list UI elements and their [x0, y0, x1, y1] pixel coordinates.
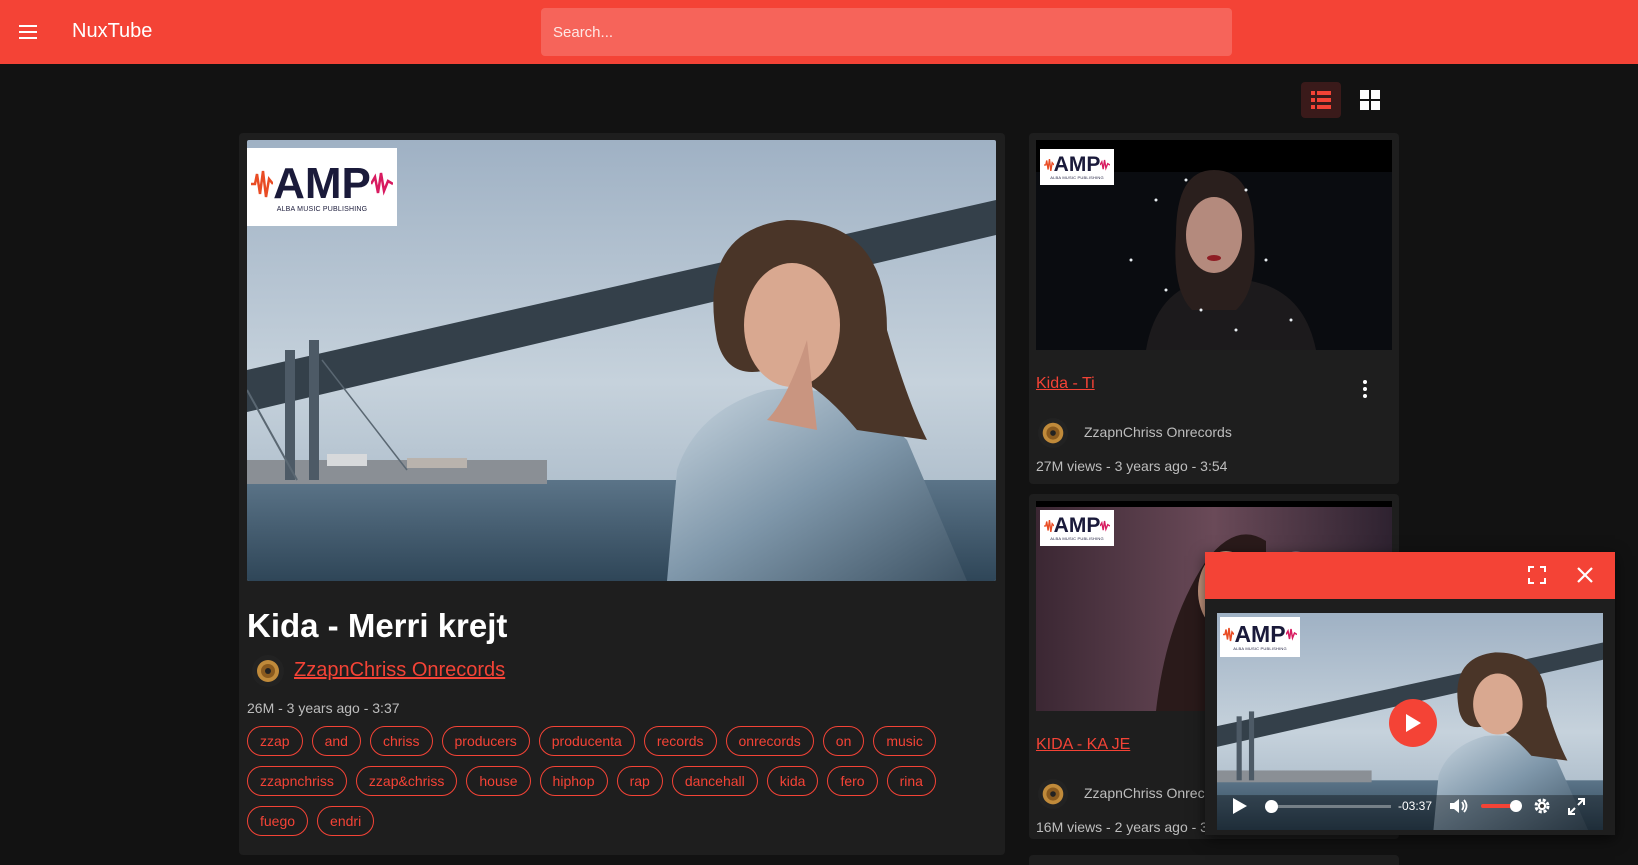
tag-chip[interactable]: zzap [247, 726, 303, 756]
tag-list: zzap and chriss producers producenta rec… [247, 726, 947, 836]
channel-avatar[interactable] [1038, 418, 1068, 448]
tag-chip[interactable]: producers [441, 726, 530, 756]
grid-view-button[interactable] [1350, 82, 1390, 118]
channel-watermark-logo: AMP ALBA MUSIC PUBLISHING [247, 148, 397, 226]
related-video-title[interactable]: Kida - Ti [1036, 375, 1095, 393]
more-vert-icon[interactable] [1359, 377, 1371, 401]
view-grid-icon [1360, 90, 1380, 110]
tag-chip[interactable]: zzapnchriss [247, 766, 347, 796]
channel-link[interactable]: ZzapnChriss Onrecords [294, 659, 505, 682]
tag-chip[interactable]: kida [766, 766, 819, 796]
tag-chip[interactable]: hiphop [539, 766, 608, 796]
tag-chip[interactable]: endri [317, 806, 375, 836]
channel-watermark-logo: AMP ALBA MUSIC PUBLISHING [1040, 510, 1114, 546]
video-meta: 26M - 3 years ago - 3:37 [247, 700, 400, 716]
mini-player-video[interactable]: AMP ALBA MUSIC PUBLISHING -03:37 [1217, 613, 1603, 830]
related-video-card [1029, 855, 1399, 865]
tag-chip[interactable]: zzap&chriss [355, 766, 458, 796]
related-video-title[interactable]: KIDA - KA JE [1036, 736, 1130, 754]
related-video-card: AMP ALBA MUSIC PUBLISHING Kida - Ti Zzap… [1029, 133, 1399, 484]
app-title[interactable]: NuxTube [72, 20, 152, 43]
tag-chip[interactable]: chriss [369, 726, 433, 756]
settings-gear-icon[interactable] [1533, 797, 1551, 815]
play-icon[interactable] [1233, 798, 1247, 814]
fullscreen-icon[interactable] [1568, 798, 1585, 815]
list-view-button[interactable] [1301, 82, 1341, 118]
menu-icon[interactable] [14, 18, 42, 46]
big-play-button[interactable] [1389, 699, 1437, 747]
tag-chip[interactable]: onrecords [725, 726, 814, 756]
main-video-card: AMP ALBA MUSIC PUBLISHING Kida - Merri k… [239, 133, 1005, 855]
tag-chip[interactable]: house [466, 766, 531, 796]
tag-chip[interactable]: rina [886, 766, 936, 796]
tag-chip[interactable]: and [311, 726, 361, 756]
tag-chip[interactable]: records [643, 726, 717, 756]
related-video-channel[interactable]: ZzapnChriss Onrecords [1084, 424, 1232, 440]
view-list-icon [1311, 91, 1331, 109]
tag-chip[interactable]: rap [616, 766, 663, 796]
tag-chip[interactable]: on [822, 726, 865, 756]
related-video-meta: 27M views - 3 years ago - 3:54 [1036, 458, 1228, 474]
tag-chip[interactable]: producenta [538, 726, 635, 756]
close-icon[interactable] [1576, 566, 1594, 584]
seek-handle[interactable] [1265, 800, 1278, 813]
tag-chip[interactable]: music [873, 726, 936, 756]
channel-avatar[interactable] [1038, 779, 1068, 809]
channel-avatar[interactable] [252, 655, 284, 687]
main-video-thumbnail[interactable]: AMP ALBA MUSIC PUBLISHING [247, 140, 996, 581]
time-remaining: -03:37 [1398, 799, 1433, 813]
channel-watermark-logo: AMP ALBA MUSIC PUBLISHING [1220, 617, 1300, 657]
play-icon [1406, 714, 1421, 732]
tag-chip[interactable]: dancehall [671, 766, 758, 796]
search-input[interactable] [541, 8, 1232, 56]
tag-chip[interactable]: fero [827, 766, 878, 796]
video-title: Kida - Merri krejt [247, 607, 508, 644]
channel-watermark-logo: AMP ALBA MUSIC PUBLISHING [1040, 149, 1114, 185]
volume-icon[interactable] [1450, 798, 1470, 814]
mini-player: AMP ALBA MUSIC PUBLISHING -03:37 [1205, 552, 1615, 835]
app-bar: NuxTube [0, 0, 1638, 64]
tag-chip[interactable]: fuego [247, 806, 309, 836]
seek-bar[interactable] [1271, 805, 1391, 808]
related-video-thumbnail[interactable]: AMP ALBA MUSIC PUBLISHING [1036, 140, 1392, 350]
related-video-meta: 16M views - 2 years ago - 3 [1036, 819, 1208, 835]
player-controls: -03:37 [1217, 789, 1603, 823]
volume-handle[interactable] [1510, 800, 1522, 812]
mini-player-header[interactable] [1205, 552, 1615, 599]
expand-icon[interactable] [1528, 566, 1546, 584]
